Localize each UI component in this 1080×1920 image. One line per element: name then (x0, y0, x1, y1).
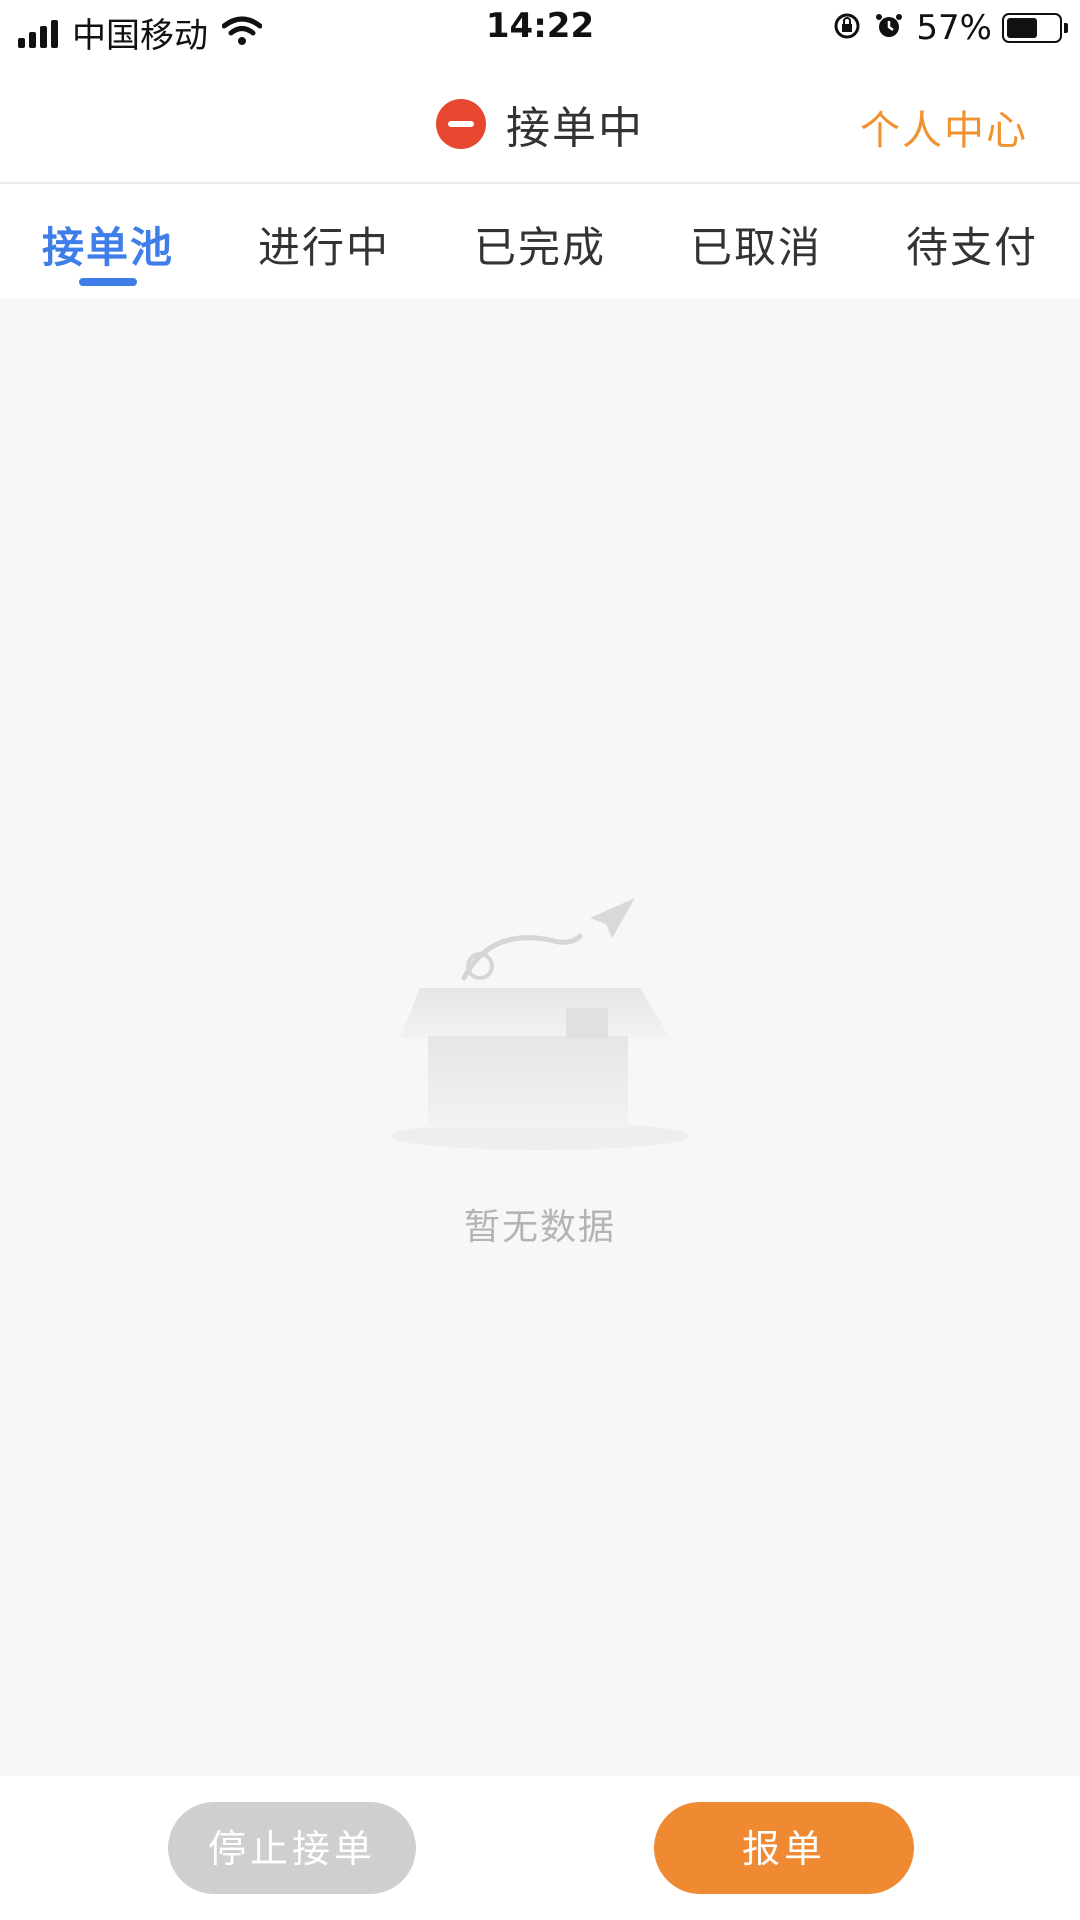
empty-box-icon (380, 868, 700, 1168)
report-order-button[interactable]: 报单 (654, 1802, 914, 1894)
tab-label: 进行中 (257, 223, 390, 272)
battery-icon (1002, 13, 1068, 43)
order-list[interactable]: 暂无数据 (0, 298, 1080, 1776)
order-tabs: 接单池 进行中 已完成 已取消 待支付 (0, 184, 1080, 298)
battery-fill (1007, 18, 1037, 38)
bottom-action-bar: 停止接单 报单 (0, 1776, 1080, 1920)
page-title: 接单中 (506, 103, 644, 154)
tab-cancelled[interactable]: 已取消 (648, 184, 864, 298)
battery-percent: 57% (916, 8, 992, 48)
tab-label: 接单池 (41, 223, 174, 272)
stop-icon (436, 99, 486, 149)
active-tab-indicator (79, 278, 137, 286)
tab-label: 已取消 (689, 223, 822, 272)
tab-completed[interactable]: 已完成 (432, 184, 648, 298)
tab-pending-payment[interactable]: 待支付 (864, 184, 1080, 298)
app-screen: 中国移动 14:22 57% 接单中 个人中心 接单池 进行中 已完成 已取消 … (0, 0, 1080, 1920)
tab-in-progress[interactable]: 进行中 (216, 184, 432, 298)
stop-accepting-button[interactable]: 停止接单 (168, 1802, 416, 1894)
tab-label: 待支付 (905, 223, 1038, 272)
tab-order-pool[interactable]: 接单池 (0, 184, 216, 298)
orientation-lock-icon (832, 11, 862, 45)
status-bar: 中国移动 14:22 57% (0, 0, 1080, 60)
personal-center-link[interactable]: 个人中心 (860, 98, 1028, 156)
battery-tip (1064, 23, 1068, 33)
alarm-icon (874, 11, 904, 45)
tab-label: 已完成 (473, 223, 606, 272)
status-right: 57% (832, 8, 1068, 48)
empty-state-text: 暂无数据 (463, 1207, 616, 1248)
header-bar: 接单中 个人中心 (0, 60, 1080, 184)
